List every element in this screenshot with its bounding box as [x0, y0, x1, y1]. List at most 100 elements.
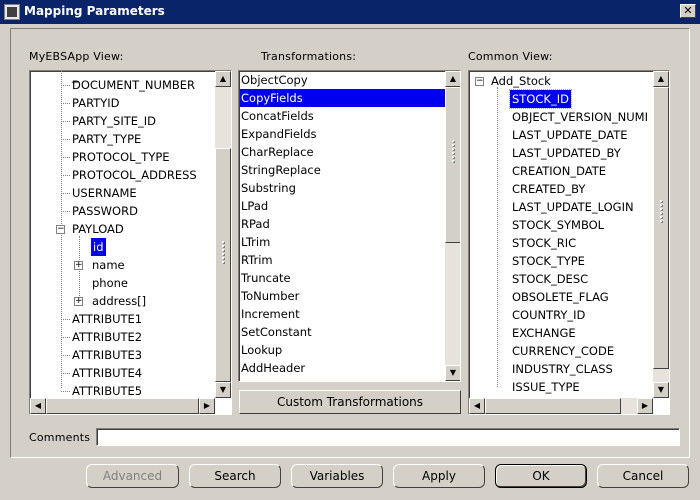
custom-transformations-button[interactable]: Custom Transformations [239, 390, 461, 414]
list-item-selected[interactable]: CopyFields [240, 89, 446, 107]
tree-item[interactable]: USERNAME [72, 184, 137, 202]
tree-item[interactable]: ATTRIBUTE2 [72, 328, 142, 346]
tree-connector [61, 85, 70, 86]
advanced-button[interactable]: Advanced [86, 464, 179, 488]
scroll-thumb[interactable] [215, 148, 231, 382]
list-item[interactable]: Increment [241, 305, 300, 323]
ok-button[interactable]: OK [495, 464, 587, 488]
horizontal-scrollbar[interactable]: ◀ ▶ [469, 398, 653, 414]
scroll-right-icon[interactable]: ▶ [199, 398, 215, 414]
tree-item[interactable]: OBSOLETE_FLAG [512, 288, 609, 306]
tree-item[interactable]: CREATION_DATE [512, 162, 606, 180]
common-view-tree[interactable]: − Add_Stock STOCK_ID OBJECT_VERSION_NUMI… [468, 70, 670, 415]
scroll-right-icon[interactable]: ▶ [637, 398, 653, 414]
scroll-thumb[interactable] [445, 87, 460, 243]
tree-item[interactable]: OBJECT_VERSION_NUMI [512, 108, 648, 126]
expand-icon[interactable]: + [74, 297, 83, 306]
tree-item[interactable]: LAST_UPDATE_LOGIN [512, 198, 634, 216]
vertical-scrollbar[interactable]: ▲ ▼ [445, 71, 460, 381]
myebsapp-view-tree[interactable]: _ DOCUMENT_NUMBER PARTYID PARTY_SITE_ID … [29, 70, 232, 415]
scroll-down-icon[interactable]: ▼ [215, 382, 231, 398]
title-bar[interactable]: Mapping Parameters ✕ [0, 0, 700, 24]
tree-item[interactable]: LAST_UPDATED_BY [512, 144, 621, 162]
list-item[interactable]: Truncate [241, 269, 291, 287]
tree-item[interactable]: PARTY_SITE_ID [72, 112, 156, 130]
tree-item[interactable]: CURRENCY_CODE [512, 342, 614, 360]
expand-icon[interactable]: + [74, 261, 83, 270]
tree-item[interactable]: LAST_UPDATE_DATE [512, 126, 628, 144]
scroll-up-icon[interactable]: ▲ [653, 71, 669, 87]
search-button[interactable]: Search [189, 464, 281, 488]
tree-item[interactable]: ATTRIBUTE4 [72, 364, 142, 382]
tree-connector [61, 355, 70, 356]
scroll-down-icon[interactable]: ▼ [653, 382, 669, 398]
vertical-scrollbar[interactable]: ▲ ▼ [653, 71, 669, 398]
scroll-down-icon[interactable]: ▼ [445, 365, 460, 381]
scroll-left-icon[interactable]: ◀ [30, 398, 46, 414]
list-item[interactable]: ObjectCopy [241, 71, 308, 89]
list-item[interactable]: CharReplace [241, 143, 314, 161]
mapping-parameters-dialog: Mapping Parameters ✕ MyEBSApp View: Tran… [0, 0, 700, 500]
tree-item[interactable]: PASSWORD [72, 202, 138, 220]
tree-item-selected[interactable]: id [91, 238, 106, 256]
tree-item[interactable]: CREATED_BY [512, 180, 585, 198]
grip-icon [220, 239, 226, 265]
tree-item[interactable]: PROTOCOL_TYPE [72, 148, 170, 166]
list-item[interactable]: SetConstant [241, 323, 312, 341]
tree-item[interactable]: ATTRIBUTE3 [72, 346, 142, 364]
scroll-thumb[interactable] [653, 87, 669, 369]
list-item[interactable]: AddHeader [241, 359, 305, 377]
tree-item-selected[interactable]: STOCK_ID [509, 89, 572, 109]
tree-item[interactable]: STOCK_RIC [512, 234, 576, 252]
tree-item[interactable]: Add_Stock [491, 72, 551, 90]
list-item[interactable]: Lookup [241, 341, 282, 359]
scroll-thumb[interactable] [485, 398, 621, 414]
scroll-left-icon[interactable]: ◀ [469, 398, 485, 414]
scroll-thumb[interactable] [46, 398, 199, 414]
tree-connector [61, 337, 70, 338]
tree-connector [61, 193, 70, 194]
list-item[interactable]: ToNumber [241, 287, 299, 305]
tree-connector [61, 121, 70, 122]
tree-item[interactable]: ATTRIBUTE1 [72, 310, 142, 328]
list-item[interactable]: StringReplace [241, 161, 321, 179]
tree-item[interactable]: PROTOCOL_ADDRESS [72, 166, 197, 184]
tree-connector [61, 175, 70, 176]
list-item[interactable]: ExpandFields [241, 125, 317, 143]
list-item[interactable]: RTrim [241, 251, 273, 269]
tree-connector [61, 157, 70, 158]
apply-button[interactable]: Apply [393, 464, 485, 488]
scroll-up-icon[interactable]: ▲ [215, 71, 231, 87]
tree-item[interactable]: name [92, 256, 125, 274]
close-icon[interactable]: ✕ [680, 4, 696, 18]
tree-item[interactable]: address[] [92, 292, 146, 310]
collapse-icon[interactable]: − [56, 225, 65, 234]
tree-item[interactable]: ISSUE_TYPE [512, 378, 580, 396]
list-item[interactable]: RPad [241, 215, 270, 233]
list-item[interactable]: LTrim [241, 233, 270, 251]
horizontal-scrollbar[interactable]: ◀ ▶ [30, 398, 215, 414]
tree-item[interactable]: EXCHANGE [512, 324, 576, 342]
collapse-icon[interactable]: − [475, 77, 484, 86]
tree-item[interactable]: STOCK_SYMBOL [512, 216, 604, 234]
transformations-list[interactable]: ObjectCopy CopyFields ConcatFields Expan… [238, 70, 461, 382]
tree-item[interactable]: STOCK_TYPE [512, 252, 585, 270]
list-item[interactable]: Substring [241, 179, 296, 197]
variables-button[interactable]: Variables [291, 464, 383, 488]
list-item[interactable]: LPad [241, 197, 268, 215]
cancel-button[interactable]: Cancel [597, 464, 689, 488]
tree-connector [61, 391, 70, 392]
tree-item[interactable]: PARTY_TYPE [72, 130, 141, 148]
tree-item[interactable]: phone [92, 274, 128, 292]
list-item[interactable]: ConcatFields [241, 107, 314, 125]
tree-item[interactable]: INDUSTRY_CLASS [512, 360, 613, 378]
scroll-up-icon[interactable]: ▲ [445, 71, 460, 87]
tree-item[interactable]: COUNTRY_ID [512, 306, 585, 324]
tree-item[interactable]: PAYLOAD [72, 220, 124, 238]
tree-item[interactable]: PARTYID [72, 94, 120, 112]
myebsapp-view-label: MyEBSApp View: [29, 50, 124, 63]
tree-item[interactable]: STOCK_DESC [512, 270, 588, 288]
tree-item[interactable]: DOCUMENT_NUMBER [72, 76, 195, 94]
vertical-scrollbar[interactable]: ▲ ▼ [215, 71, 231, 398]
comments-input[interactable] [96, 428, 680, 446]
